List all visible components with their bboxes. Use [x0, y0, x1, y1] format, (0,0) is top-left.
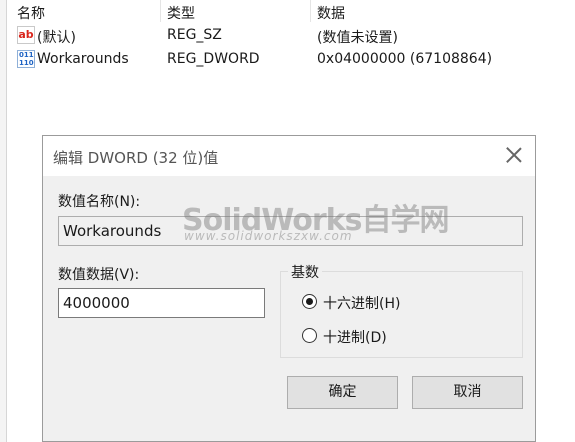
radio-button[interactable] — [302, 328, 317, 343]
radio-label[interactable]: 十六进制(H) — [323, 293, 400, 313]
radio-button[interactable] — [302, 294, 317, 309]
base-groupbox: 基数 十六进制(H) 十进制(D) — [280, 262, 523, 358]
binary-value-icon: 011 110 — [17, 50, 35, 68]
value-type: REG_SZ — [167, 27, 222, 43]
list-item[interactable]: ab (默认) REG_SZ (数值未设置) — [7, 24, 575, 48]
value-type: REG_DWORD — [167, 51, 260, 67]
value-data: 0x04000000 (67108864) — [317, 51, 493, 67]
column-header-data[interactable]: 数据 — [317, 3, 345, 23]
column-header-type[interactable]: 类型 — [167, 3, 195, 23]
value-name: (默认) — [37, 30, 76, 46]
ok-button[interactable]: 确定 — [287, 376, 398, 409]
tree-pane-edge — [0, 0, 7, 442]
radio-label[interactable]: 十进制(D) — [323, 327, 387, 347]
value-data: (数值未设置) — [317, 30, 398, 46]
column-header-name[interactable]: 名称 — [17, 3, 45, 23]
dialog-titlebar[interactable]: 编辑 DWORD (32 位)值 — [43, 136, 535, 176]
value-name-field: Workarounds — [58, 216, 523, 246]
value-name-label: 数值名称(N): — [58, 194, 141, 210]
base-group-title: 基数 — [288, 262, 322, 282]
value-data-label: 数值数据(V): — [58, 267, 140, 283]
value-name: Workarounds — [37, 51, 129, 67]
column-separator[interactable] — [160, 0, 161, 22]
cancel-button[interactable]: 取消 — [412, 376, 523, 409]
string-value-icon: ab — [17, 26, 35, 44]
dialog-title: 编辑 DWORD (32 位)值 — [53, 149, 219, 167]
value-data-input[interactable]: 4000000 — [58, 288, 265, 318]
list-item[interactable]: 011 110 Workarounds REG_DWORD 0x04000000… — [7, 48, 575, 72]
close-icon[interactable] — [503, 144, 525, 166]
edit-dword-dialog: 编辑 DWORD (32 位)值 数值名称(N): Workarounds 数值… — [42, 135, 536, 442]
column-separator[interactable] — [310, 0, 311, 22]
list-header: 名称 类型 数据 — [7, 0, 575, 22]
